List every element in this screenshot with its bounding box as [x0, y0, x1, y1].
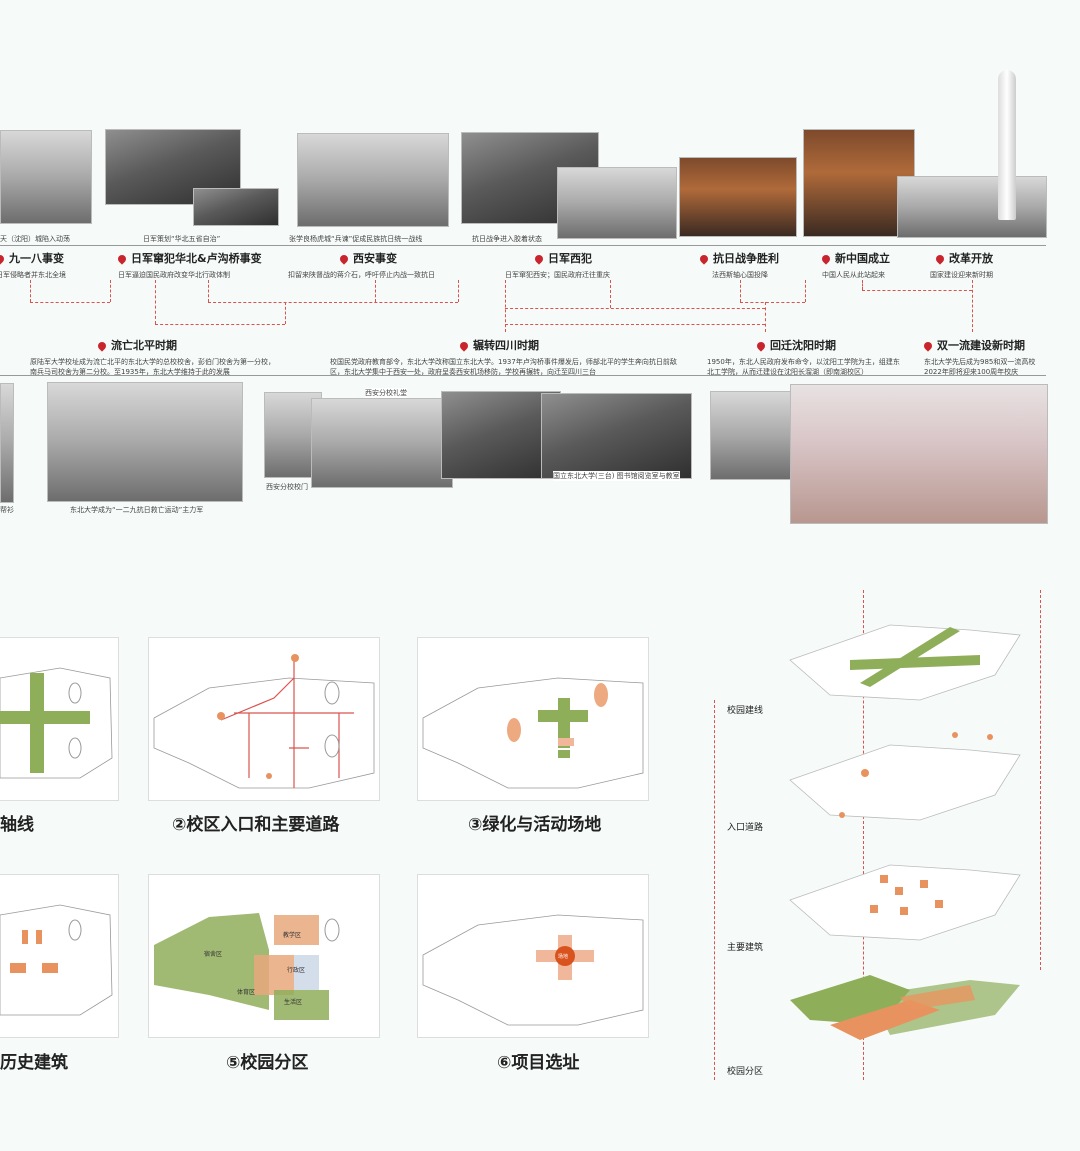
caption-left-edge: 帮衫: [0, 506, 14, 514]
period-double-first-class: 双一流建设新时期 东北大学先后成为985和双一流高校 2022年即将迎来100周…: [922, 339, 1036, 376]
layer-guide: [714, 700, 715, 1080]
caption-xian: 张学良杨虎城“兵谏”促成民族抗日统一战线: [289, 235, 423, 243]
map-pin-icon: [116, 253, 128, 265]
event-north-china: 日军窜犯华北&卢沟桥事变 日军逼迫国民政府改变华北行政体制: [116, 252, 262, 279]
event-westward: 日军西犯 日军窜犯西安；国民政府迁往重庆: [505, 252, 610, 279]
zone-label: 宿舍区: [204, 951, 223, 958]
connector: [765, 302, 766, 332]
connector: [505, 308, 765, 309]
photo-reform: [897, 176, 1047, 238]
period-shenyang: 回迁沈阳时期 1950年，东北人民政府发布命令，以沈阳工学院为主，组建东北工学院…: [707, 339, 900, 376]
zone-label: 行政区: [287, 967, 306, 974]
campus-plan: [0, 904, 113, 1016]
map-title: 轴线: [0, 815, 34, 835]
layer-label: 主要建筑: [727, 943, 764, 953]
layer-campus-axis: [789, 624, 1021, 701]
caption-gate: 西安分校校门: [266, 483, 308, 491]
photo-shenyang-street: [0, 130, 92, 224]
caption-shenyang: 天（沈阳）城陷入动荡: [0, 235, 70, 243]
event-reform: 改革开放 国家建设迎来新时期: [930, 252, 993, 279]
layer-main-buildings: [789, 864, 1021, 941]
campus-plan: [0, 667, 113, 779]
connector: [285, 302, 286, 324]
caption-december-9: 东北大学成为“一二九抗日救亡运动”主力军: [70, 506, 204, 514]
photo-xian-incident: [297, 133, 449, 227]
map-pin-icon: [458, 340, 470, 352]
photo-xian-auditorium: [311, 398, 453, 488]
connector: [862, 280, 863, 290]
photo-surrender: [679, 157, 797, 237]
connector: [805, 280, 806, 302]
event-918: 九一八事变 日军侵略者并东北全境: [0, 250, 66, 280]
campus-plan: [153, 654, 375, 789]
map-pin-icon: [533, 253, 545, 265]
connector: [155, 280, 156, 324]
map-historic-buildings: [0, 874, 119, 1038]
connector: [155, 324, 285, 325]
photo-december-9-movement: [47, 382, 243, 502]
layer-zones: [790, 975, 1020, 1040]
campus-plan: [422, 914, 644, 1026]
map-project-site: 场地: [417, 874, 649, 1038]
layer-guide: [1040, 590, 1041, 970]
zone-label: 生活区: [284, 999, 303, 1006]
zone-label: 教学区: [283, 932, 302, 939]
photo-left-edge: [0, 383, 14, 503]
photo-smoke-soldier: [557, 167, 677, 239]
layer-label: 校园分区: [727, 1067, 764, 1077]
campus-plan: [154, 913, 340, 1020]
map-pin-icon: [96, 340, 108, 352]
site-marker: 场地: [558, 954, 569, 960]
event-victory: 抗日战争胜利 法西斯轴心国投降: [698, 250, 779, 280]
map-title: ⑥项目选址: [497, 1053, 580, 1073]
connector: [740, 302, 805, 303]
connector: [740, 280, 741, 302]
layer-label: 入口道路: [727, 823, 764, 833]
photo-soldiers: [193, 188, 279, 226]
caption-stalemate: 抗日战争进入胶着状态: [472, 235, 542, 243]
caption-north-china: 日军策划“华北五省自治”: [143, 235, 221, 243]
map-greenery: [417, 637, 649, 801]
map-pin-icon: [0, 253, 6, 265]
map-pin-icon: [698, 253, 710, 265]
map-title: 历史建筑: [0, 1053, 68, 1073]
map-entrances-roads: [148, 637, 380, 801]
event-xian: 西安事变 扣留来陕督战的蒋介石，呼吁停止内战一致抗日: [288, 252, 435, 279]
connector: [30, 280, 31, 302]
connector: [458, 280, 459, 302]
map-pin-icon: [820, 253, 832, 265]
zone-label: 体育区: [237, 989, 256, 996]
map-axis: [0, 637, 119, 801]
map-pin-icon: [922, 340, 934, 352]
period-sichuan: 辗转四川时期 校国民党政府教育部令，东北大学改称国立东北大学。1937年卢沟桥事…: [330, 339, 677, 376]
connector: [505, 324, 765, 325]
connector: [862, 290, 972, 291]
connector: [972, 280, 973, 332]
connector: [30, 302, 110, 303]
connector: [208, 280, 209, 302]
map-pin-icon: [934, 253, 946, 265]
layer-entrances: [789, 732, 1021, 821]
map-title: ⑤校园分区: [226, 1053, 309, 1073]
connector: [208, 302, 458, 303]
map-campus-zones: 教学区 宿舍区 体育区 生活区 行政区: [148, 874, 380, 1038]
map-pin-icon: [755, 340, 767, 352]
timeline-axis-bottom: [0, 375, 1046, 376]
connector: [110, 280, 111, 302]
caption-auditorium: 西安分校礼堂: [365, 388, 407, 398]
map-title: ③绿化与活动场地: [468, 815, 602, 835]
connector: [375, 280, 376, 302]
caption-santai: 国立东北大学(三台) 图书馆阅览室与教室: [553, 471, 680, 481]
event-prc: 新中国成立 中国人民从此站起来: [820, 252, 890, 279]
connector: [610, 280, 611, 308]
map-pin-icon: [338, 253, 350, 265]
photo-campus-blossom: [790, 384, 1048, 524]
photo-santai-classroom: [541, 393, 692, 479]
period-beiping: 流亡北平时期 原陆军大学校址成为流亡北平的东北大学的总校校舍，彭伯门校舍为第一分…: [30, 339, 275, 376]
campus-plan: [422, 677, 644, 789]
layer-label: 校园建线: [727, 706, 764, 716]
map-title: ②校区入口和主要道路: [172, 815, 340, 835]
rocket-icon: [998, 70, 1016, 220]
timeline-axis-top: [0, 245, 1046, 246]
